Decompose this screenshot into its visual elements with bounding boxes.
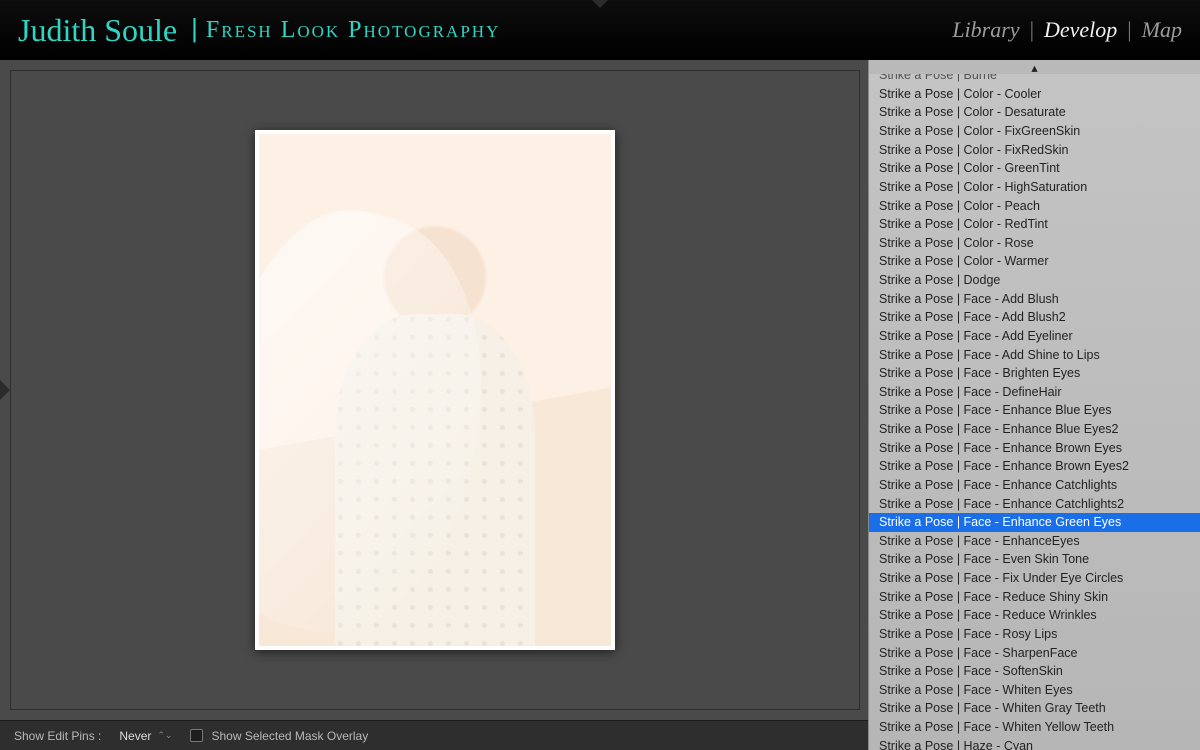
photo-preview — [259, 134, 611, 646]
expand-left-panel-icon[interactable] — [0, 380, 10, 400]
identity-divider: | — [191, 13, 206, 48]
preset-item[interactable]: Strike a Pose | Color - Cooler — [869, 85, 1200, 104]
preset-item[interactable]: Strike a Pose | Face - Brighten Eyes — [869, 364, 1200, 383]
preset-item[interactable]: Strike a Pose | Haze - Cyan — [869, 737, 1200, 750]
preset-item[interactable]: Strike a Pose | Face - Enhance Brown Eye… — [869, 439, 1200, 458]
module-develop[interactable]: Develop — [1044, 17, 1117, 43]
preset-item[interactable]: Strike a Pose | Face - Enhance Blue Eyes… — [869, 420, 1200, 439]
preset-dropdown-panel: Strike a Pose | BurneStrike a Pose | Col… — [868, 60, 1200, 750]
preset-item[interactable]: Strike a Pose | Face - Enhance Green Eye… — [869, 513, 1200, 532]
preset-item[interactable]: Strike a Pose | Face - Enhance Blue Eyes — [869, 401, 1200, 420]
chevron-updown-icon: ⌃⌄ — [157, 730, 172, 741]
preset-item[interactable]: Strike a Pose | Face - Fix Under Eye Cir… — [869, 569, 1200, 588]
bottom-toolbar: Show Edit Pins : Never ⌃⌄ Show Selected … — [0, 720, 868, 750]
preset-item[interactable]: Strike a Pose | Color - GreenTint — [869, 159, 1200, 178]
module-separator: | — [1127, 17, 1131, 43]
preset-item[interactable]: Strike a Pose | Face - Add Blush2 — [869, 308, 1200, 327]
preset-item[interactable]: Strike a Pose | Color - HighSaturation — [869, 178, 1200, 197]
checkbox-box-icon — [190, 729, 203, 742]
preset-item[interactable]: Strike a Pose | Face - SharpenFace — [869, 643, 1200, 662]
preset-item[interactable]: Strike a Pose | Color - Warmer — [869, 252, 1200, 271]
preset-item[interactable]: Strike a Pose | Color - Peach — [869, 196, 1200, 215]
edit-pins-value: Never — [119, 729, 151, 743]
module-picker: Library | Develop | Map — [952, 17, 1182, 43]
module-separator: | — [1030, 17, 1034, 43]
preset-item[interactable]: Strike a Pose | Face - Add Eyeliner — [869, 327, 1200, 346]
image-canvas[interactable] — [10, 70, 860, 710]
preset-item[interactable]: Strike a Pose | Face - Add Shine to Lips — [869, 345, 1200, 364]
preset-item[interactable]: Strike a Pose | Face - Enhance Brown Eye… — [869, 457, 1200, 476]
top-bar: Judith Soule | Fresh Look Photography Li… — [0, 0, 1200, 60]
identity-title: Fresh Look Photography — [206, 17, 500, 44]
preset-item[interactable]: Strike a Pose | Face - Enhance Catchligh… — [869, 494, 1200, 513]
identity-script: Judith Soule — [18, 12, 191, 49]
preset-item[interactable]: Strike a Pose | Face - SoftenSkin — [869, 662, 1200, 681]
preset-item[interactable]: Strike a Pose | Face - Even Skin Tone — [869, 550, 1200, 569]
preset-item[interactable]: Strike a Pose | Color - Desaturate — [869, 103, 1200, 122]
edit-pins-label: Show Edit Pins : — [14, 729, 101, 743]
preset-item[interactable]: Strike a Pose | Face - DefineHair — [869, 383, 1200, 402]
preset-item[interactable]: Strike a Pose | Face - Reduce Shiny Skin — [869, 588, 1200, 607]
preset-item[interactable]: Strike a Pose | Face - Enhance Catchligh… — [869, 476, 1200, 495]
preset-list[interactable]: Strike a Pose | BurneStrike a Pose | Col… — [869, 74, 1200, 750]
main-area: Strike a Pose | BurneStrike a Pose | Col… — [0, 60, 1200, 720]
preset-item[interactable]: Strike a Pose | Face - Rosy Lips — [869, 625, 1200, 644]
mask-overlay-label: Show Selected Mask Overlay — [211, 729, 368, 743]
preset-item[interactable]: Strike a Pose | Color - FixGreenSkin — [869, 122, 1200, 141]
module-map[interactable]: Map — [1142, 17, 1182, 43]
mask-overlay-checkbox[interactable]: Show Selected Mask Overlay — [190, 729, 368, 743]
preset-item[interactable]: Strike a Pose | Color - RedTint — [869, 215, 1200, 234]
preset-item[interactable]: Strike a Pose | Dodge — [869, 271, 1200, 290]
collapse-top-icon[interactable] — [592, 0, 608, 8]
preset-item[interactable]: Strike a Pose | Face - Whiten Eyes — [869, 681, 1200, 700]
edit-pins-dropdown[interactable]: Never ⌃⌄ — [119, 729, 172, 743]
preset-item[interactable]: Strike a Pose | Face - Reduce Wrinkles — [869, 606, 1200, 625]
module-library[interactable]: Library — [952, 17, 1019, 43]
preset-item[interactable]: Strike a Pose | Face - Whiten Yellow Tee… — [869, 718, 1200, 737]
photo-frame — [255, 130, 615, 650]
preset-item[interactable]: Strike a Pose | Burne — [869, 74, 1200, 85]
preset-item[interactable]: Strike a Pose | Face - Add Blush — [869, 290, 1200, 309]
preset-item[interactable]: Strike a Pose | Face - Whiten Gray Teeth — [869, 699, 1200, 718]
preset-item[interactable]: Strike a Pose | Color - FixRedSkin — [869, 141, 1200, 160]
preset-item[interactable]: Strike a Pose | Face - EnhanceEyes — [869, 532, 1200, 551]
preset-scroll-up-icon[interactable] — [869, 60, 1200, 74]
preset-item[interactable]: Strike a Pose | Color - Rose — [869, 234, 1200, 253]
